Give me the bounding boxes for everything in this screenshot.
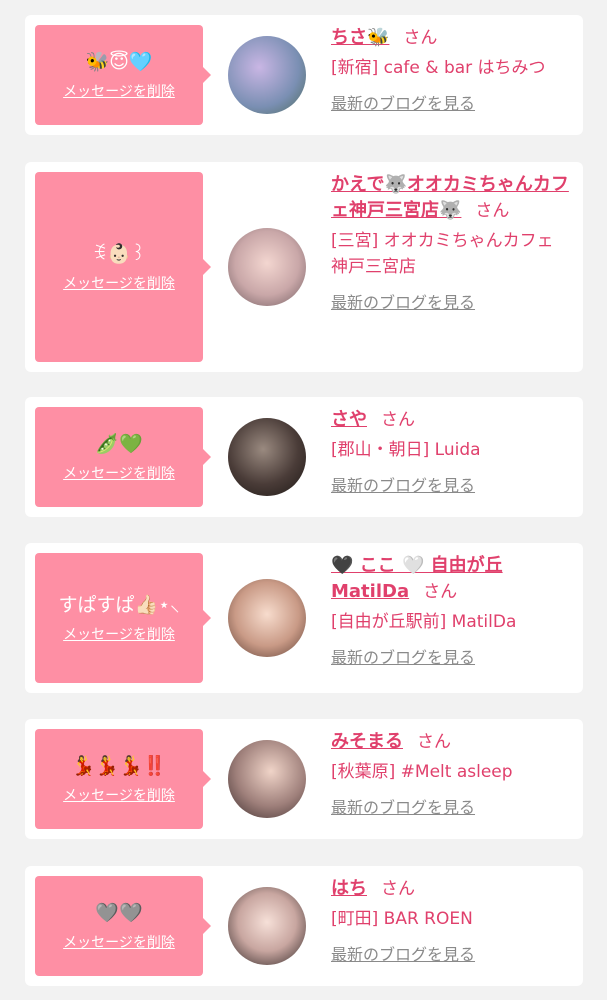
cast-info: 🖤 ここ 🤍 自由が丘MatilDa さん [自由が丘駅前] MatilDa 最新… (331, 553, 569, 671)
cast-name-link[interactable]: さや (331, 409, 367, 430)
shop-name: [三宮] オオカミちゃんカフェ神戸三宮店 (331, 231, 554, 277)
avatar[interactable] (228, 36, 306, 114)
delete-message-link[interactable]: メッセージを削除 (63, 81, 175, 101)
blog-link[interactable]: 最新のブログを見る (331, 645, 475, 671)
message-bubble: ꉂ👶🏻꒱ メッセージを削除 (35, 172, 211, 362)
message-card: ꉂ👶🏻꒱ メッセージを削除 かえで🐺オオカミちゃんカフェ神戸三宮店🐺 さん [三宮… (25, 162, 583, 372)
cast-name-link[interactable]: 🖤 ここ 🤍 自由が丘MatilDa (331, 555, 503, 602)
message-card: すぱすぱ👍🏻⋆⸜ メッセージを削除 🖤 ここ 🤍 自由が丘MatilDa さん [… (25, 543, 583, 693)
blog-link[interactable]: 最新のブログを見る (331, 942, 475, 968)
honorific: さん (417, 732, 451, 752)
delete-message-link[interactable]: メッセージを削除 (63, 785, 175, 805)
cast-name-link[interactable]: かえで🐺オオカミちゃんカフェ神戸三宮店🐺 (331, 174, 569, 221)
message-bubble: 🫛💚 メッセージを削除 (35, 407, 211, 507)
honorific: さん (403, 28, 438, 48)
cast-info: ちさ🐝 さん [新宿] cafe & bar はちみつ 最新のブログを見る (331, 25, 569, 117)
cast-name-link[interactable]: ちさ🐝 (331, 27, 389, 48)
blog-link[interactable]: 最新のブログを見る (331, 473, 475, 499)
message-text: すぱすぱ👍🏻⋆⸜ (58, 594, 180, 616)
message-card: 💃💃💃‼️ メッセージを削除 みそまる さん [秋葉原] #Melt asleep… (25, 719, 583, 839)
message-text: 🫛💚 (95, 433, 143, 455)
message-bubble: 💃💃💃‼️ メッセージを削除 (35, 729, 211, 829)
message-card: 🫛💚 メッセージを削除 さや さん [郡山・朝日] Luida 最新のブログを見る (25, 397, 583, 517)
shop-name: [郡山・朝日] Luida (331, 440, 481, 460)
shop-name: [町田] BAR ROEN (331, 909, 473, 929)
blog-link[interactable]: 最新のブログを見る (331, 290, 475, 316)
message-text: 🐝😇🩵 (85, 51, 153, 73)
blog-link[interactable]: 最新のブログを見る (331, 795, 475, 821)
honorific: さん (423, 582, 458, 602)
blog-link[interactable]: 最新のブログを見る (331, 91, 475, 117)
delete-message-link[interactable]: メッセージを削除 (63, 463, 175, 483)
cast-info: はち さん [町田] BAR ROEN 最新のブログを見る (331, 876, 569, 968)
shop-name: [新宿] cafe & bar はちみつ (331, 58, 546, 78)
shop-name: [自由が丘駅前] MatilDa (331, 612, 517, 632)
honorific: さん (381, 879, 415, 899)
delete-message-link[interactable]: メッセージを削除 (63, 273, 175, 293)
delete-message-link[interactable]: メッセージを削除 (63, 932, 175, 952)
honorific: さん (381, 410, 415, 430)
avatar[interactable] (228, 740, 306, 818)
avatar[interactable] (228, 418, 306, 496)
delete-message-link[interactable]: メッセージを削除 (63, 624, 175, 644)
message-card: 🩶🩶 メッセージを削除 はち さん [町田] BAR ROEN 最新のブログを見る (25, 866, 583, 986)
message-text: ꉂ👶🏻꒱ (92, 243, 146, 265)
cast-name-link[interactable]: はち (331, 878, 367, 899)
message-text: 🩶🩶 (95, 902, 143, 924)
shop-name: [秋葉原] #Melt asleep (331, 762, 513, 782)
message-bubble: 🐝😇🩵 メッセージを削除 (35, 25, 211, 125)
avatar[interactable] (228, 579, 306, 657)
avatar[interactable] (228, 887, 306, 965)
cast-name-link[interactable]: みそまる (331, 731, 403, 752)
cast-info: みそまる さん [秋葉原] #Melt asleep 最新のブログを見る (331, 729, 569, 821)
avatar[interactable] (228, 228, 306, 306)
message-card: 🐝😇🩵 メッセージを削除 ちさ🐝 さん [新宿] cafe & bar はちみつ … (25, 15, 583, 135)
honorific: さん (475, 201, 510, 221)
cast-info: さや さん [郡山・朝日] Luida 最新のブログを見る (331, 407, 569, 499)
message-bubble: 🩶🩶 メッセージを削除 (35, 876, 211, 976)
cast-info: かえで🐺オオカミちゃんカフェ神戸三宮店🐺 さん [三宮] オオカミちゃんカフェ神戸… (331, 172, 569, 316)
message-bubble: すぱすぱ👍🏻⋆⸜ メッセージを削除 (35, 553, 211, 683)
message-text: 💃💃💃‼️ (71, 755, 167, 777)
